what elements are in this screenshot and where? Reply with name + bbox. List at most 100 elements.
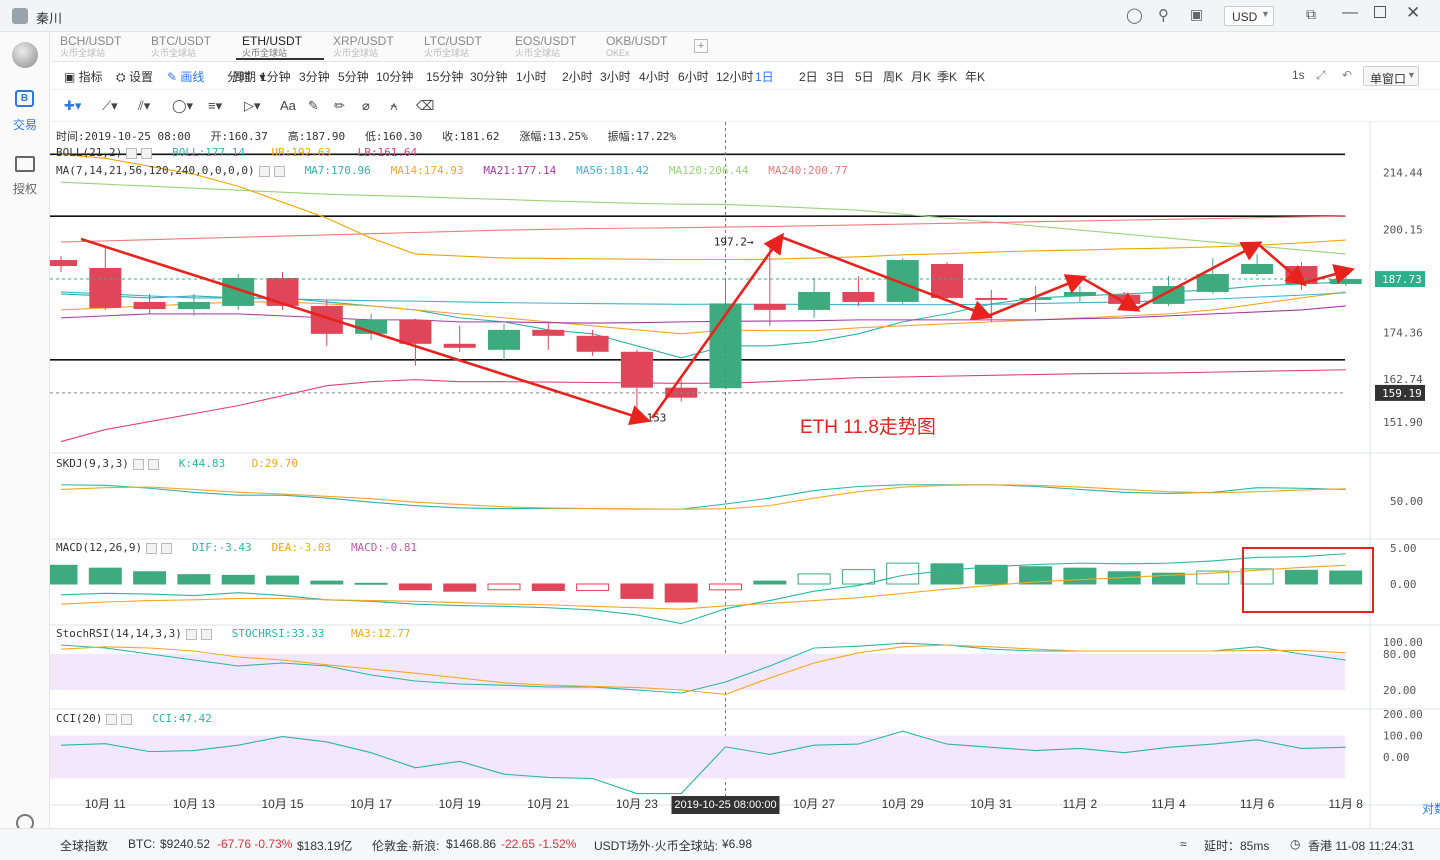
- tab-exchange: OKEx: [606, 48, 630, 58]
- period-item[interactable]: 10分钟: [376, 68, 413, 85]
- tab-bch-usdt[interactable]: BCH/USDT 火币全球站: [54, 34, 142, 60]
- period-item[interactable]: 30分钟: [470, 68, 507, 85]
- period-item[interactable]: 1日: [755, 68, 774, 85]
- settings-icon[interactable]: [146, 542, 158, 554]
- pencil-icon[interactable]: ✎: [308, 98, 319, 114]
- eraser-icon[interactable]: ✏: [334, 98, 345, 114]
- tab-exchange: 火币全球站: [151, 48, 197, 58]
- sidebar-item-trade[interactable]: 交易: [13, 116, 37, 133]
- period-item[interactable]: 15分钟: [426, 68, 463, 85]
- macd-bar: [841, 569, 875, 585]
- settings-icon[interactable]: [106, 713, 118, 725]
- log-scale-toggle[interactable]: 对数 自动: [1422, 800, 1440, 817]
- settings-icon[interactable]: [185, 628, 197, 640]
- period-item[interactable]: 6小时: [678, 68, 709, 85]
- close-icon[interactable]: [161, 542, 173, 554]
- close-icon[interactable]: [121, 713, 133, 725]
- candle-body: [975, 297, 1008, 300]
- period-item[interactable]: 3小时: [600, 68, 631, 85]
- close-icon[interactable]: [147, 458, 159, 470]
- period-item[interactable]: 2日: [799, 68, 818, 85]
- user-avatar-icon[interactable]: [12, 8, 28, 24]
- period-item[interactable]: 1小时: [516, 68, 547, 85]
- period-item[interactable]: 5日: [855, 68, 874, 85]
- parallel-lines-icon[interactable]: ⫽▾: [138, 98, 150, 114]
- x-tick: 10月 11: [85, 797, 126, 811]
- settings-button[interactable]: ⛭ 设置: [116, 68, 153, 85]
- draw-button[interactable]: ✎ 画线: [167, 68, 204, 85]
- crosshair-icon[interactable]: ✚▾: [64, 98, 81, 114]
- candle-body: [620, 351, 653, 388]
- chevron-down-icon: ▼: [1407, 70, 1416, 80]
- tab-xrp-usdt[interactable]: XRP/USDT 火币全球站: [327, 34, 415, 60]
- tab-okb-usdt[interactable]: OKB/USDT OKEx: [600, 34, 688, 60]
- fibonacci-icon[interactable]: ≡▾: [208, 98, 222, 114]
- candle-body: [133, 301, 166, 310]
- circle-shape-icon[interactable]: ◯▾: [172, 98, 193, 114]
- period-item[interactable]: 季K: [937, 68, 957, 85]
- close-icon[interactable]: [273, 165, 285, 177]
- refresh-interval[interactable]: 1s: [1292, 68, 1305, 82]
- bell-icon[interactable]: ◯: [1126, 6, 1143, 24]
- tab-ltc-usdt[interactable]: LTC/USDT 火币全球站: [418, 34, 506, 60]
- period-item[interactable]: 3分钟: [299, 68, 330, 85]
- period-item[interactable]: 周K: [883, 68, 903, 85]
- ma-name[interactable]: MA(7,14,21,56,120,240,0,0,0,0): [56, 164, 255, 177]
- period-item[interactable]: 3日: [826, 68, 845, 85]
- close-icon[interactable]: [200, 628, 212, 640]
- period-item[interactable]: 月K: [911, 68, 931, 85]
- close-icon[interactable]: [141, 147, 153, 159]
- period-item[interactable]: 1分钟: [260, 68, 291, 85]
- draw-label: 画线: [180, 70, 205, 84]
- latency: 延时：85ms: [1204, 839, 1270, 853]
- period-item[interactable]: 5分钟: [338, 68, 369, 85]
- currency-select[interactable]: USD ▼: [1224, 6, 1274, 26]
- tab-btc-usdt[interactable]: BTC/USDT 火币全球站: [145, 34, 233, 60]
- period-item[interactable]: 12小时: [716, 68, 753, 85]
- period-item[interactable]: 2小时: [562, 68, 593, 85]
- boll-name[interactable]: BOLL(21,2): [56, 146, 122, 159]
- tab-eth-usdt[interactable]: ETH/USDT 火币全球站: [236, 34, 324, 60]
- macd-name[interactable]: MACD(12,26,9): [56, 541, 142, 554]
- minimize-icon[interactable]: —: [1342, 4, 1358, 22]
- price-tick: 151.90: [1383, 416, 1423, 429]
- period-item[interactable]: 分时: [227, 68, 251, 85]
- popout-icon[interactable]: ⧉: [1306, 6, 1316, 23]
- window-mode-select[interactable]: 单窗口 ▼: [1363, 66, 1419, 86]
- settings-icon[interactable]: [132, 458, 144, 470]
- add-tab-button[interactable]: +: [694, 39, 708, 53]
- reset-icon[interactable]: ↶: [1342, 68, 1352, 82]
- period-item[interactable]: 年K: [965, 68, 985, 85]
- indicator-button[interactable]: ▣ 指标: [64, 68, 103, 85]
- chart-canvas[interactable]: 214.44 200.15 174.36 162.74 151.90 187.73 159.…: [50, 122, 1440, 828]
- skdj-name[interactable]: SKDJ(9,3,3): [56, 457, 129, 470]
- tab-eos-usdt[interactable]: EOS/USDT 火币全球站: [509, 34, 597, 60]
- trade-icon[interactable]: B: [15, 90, 34, 107]
- period-item[interactable]: 4小时: [639, 68, 670, 85]
- text-tool-icon[interactable]: Aa: [280, 98, 296, 113]
- settings-icon[interactable]: [258, 165, 270, 177]
- cci-name[interactable]: CCI(20): [56, 712, 102, 725]
- auth-icon[interactable]: [15, 156, 35, 172]
- macd-bar: [133, 571, 167, 585]
- lock-icon[interactable]: ⍲: [390, 98, 398, 114]
- settings-icon[interactable]: [126, 147, 138, 159]
- horizontal-line-icon[interactable]: ⟋▾: [102, 98, 118, 114]
- pattern-icon[interactable]: ▷▾: [244, 98, 261, 114]
- ohlc-low: 低:160.30: [364, 130, 423, 143]
- price-tick: 214.44: [1383, 167, 1423, 180]
- sidebar-item-auth[interactable]: 授权: [13, 180, 37, 197]
- btc-label: BTC:: [128, 837, 156, 851]
- shirt-icon[interactable]: ▣: [1190, 6, 1203, 23]
- fullscreen-icon[interactable]: ⤢: [1316, 68, 1326, 83]
- stochrsi-name[interactable]: StochRSI(14,14,3,3): [56, 627, 182, 640]
- measure-icon[interactable]: ⌀: [362, 98, 370, 114]
- search-icon[interactable]: ⚲: [1158, 6, 1169, 24]
- trash-icon[interactable]: ⌫: [416, 98, 434, 114]
- user-name[interactable]: 秦川: [36, 8, 62, 27]
- candle-body: [886, 260, 919, 302]
- maximize-icon[interactable]: [1374, 6, 1386, 18]
- global-index-link[interactable]: 全球指数: [60, 837, 108, 854]
- close-icon[interactable]: ✕: [1406, 3, 1420, 23]
- chart-area[interactable]: 214.44 200.15 174.36 162.74 151.90 187.73 159.…: [50, 122, 1440, 828]
